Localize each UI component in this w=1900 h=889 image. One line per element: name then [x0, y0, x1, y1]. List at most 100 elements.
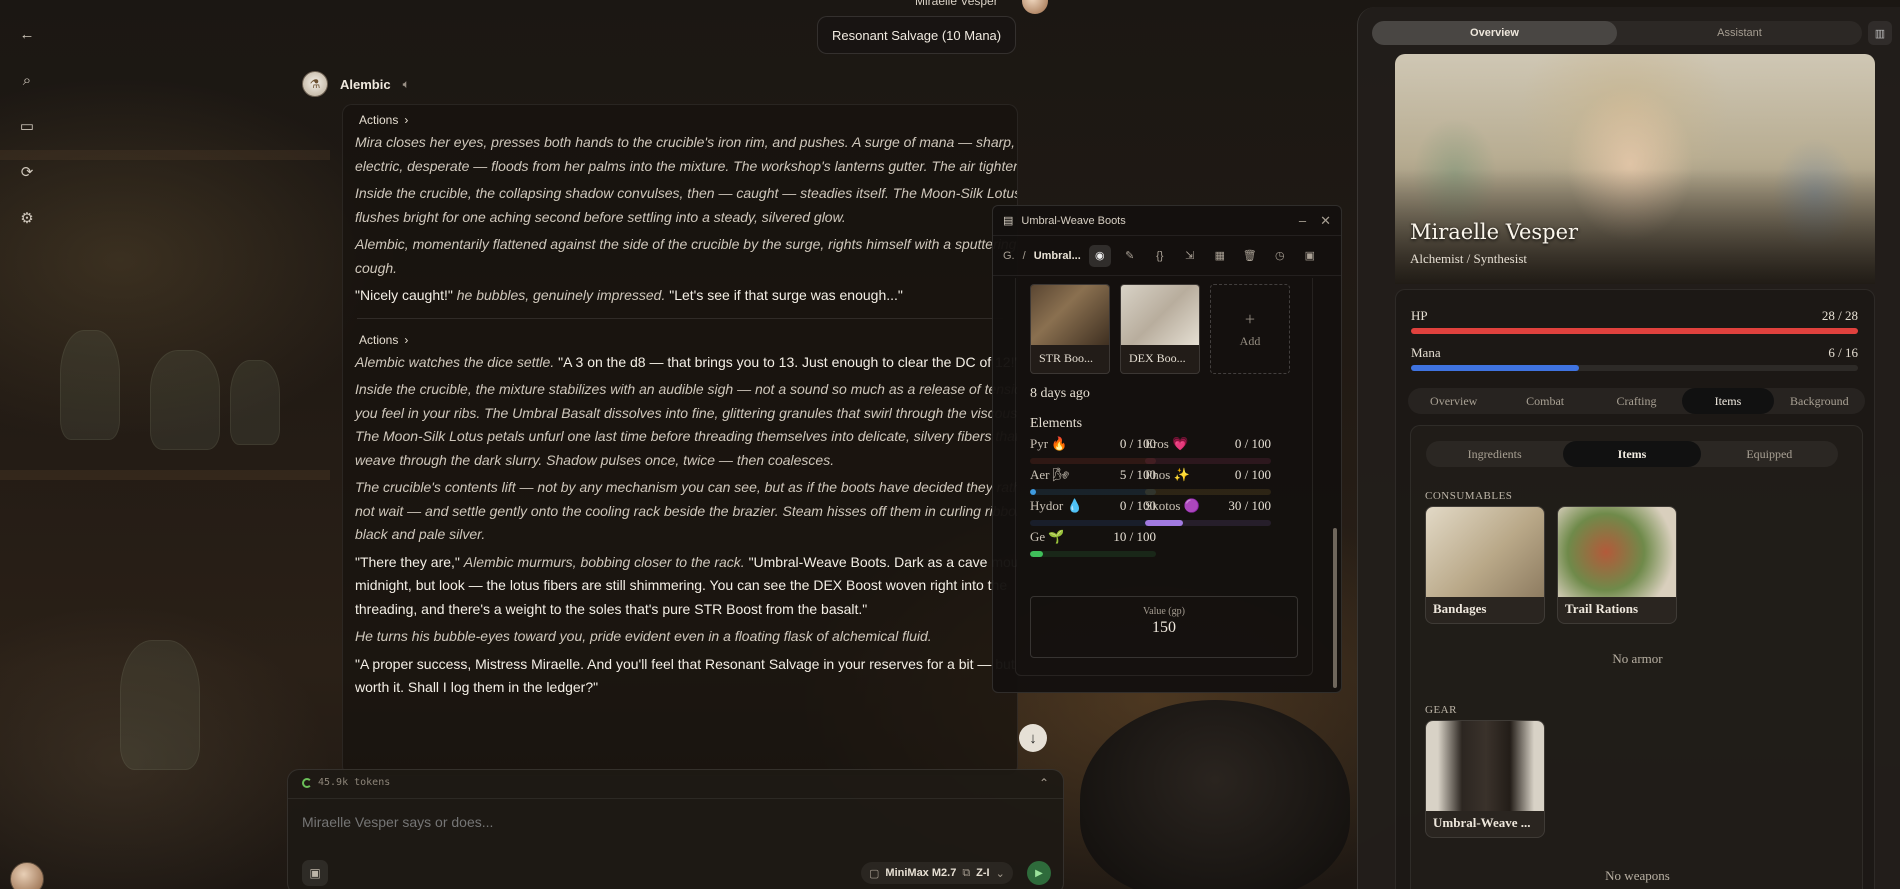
user-avatar[interactable] [10, 862, 44, 889]
move-folder-icon[interactable]: ⇲ [1179, 245, 1201, 267]
close-icon[interactable]: ✕ [1320, 213, 1331, 229]
inv-tab-equipped[interactable]: Equipped [1701, 441, 1838, 467]
component-card-dex[interactable]: DEX Boo... [1120, 284, 1200, 374]
item-image [1558, 507, 1676, 597]
scrollbar[interactable] [1333, 278, 1337, 688]
subtab-items[interactable]: Items [1682, 388, 1774, 414]
element-bar-fill [1145, 520, 1183, 526]
mana-value: 6 / 16 [1828, 345, 1858, 360]
delete-icon[interactable]: 🗑︎ [1239, 245, 1261, 267]
tab-assistant[interactable]: Assistant [1617, 21, 1862, 45]
breadcrumb-root[interactable]: G. [1003, 250, 1015, 262]
item-card-bandages[interactable]: Bandages [1425, 506, 1545, 624]
hp-label: HP [1411, 308, 1428, 323]
chevron-down-icon: ⌄ [995, 867, 1005, 880]
value-label: Value (gp) [1143, 606, 1185, 617]
scroll-to-bottom-button[interactable]: ↓ [1019, 724, 1047, 752]
save-icon[interactable]: ▣ [1299, 245, 1321, 267]
subtab-overview[interactable]: Overview [1408, 388, 1499, 414]
divider [357, 317, 1003, 319]
subtab-crafting[interactable]: Crafting [1591, 388, 1682, 414]
narration-paragraph: Inside the crucible, the mixture stabili… [355, 378, 1017, 472]
character-class: Alchemist / Synthesist [1410, 251, 1527, 266]
document-icon: ▤ [1003, 215, 1014, 227]
subtab-combat[interactable]: Combat [1499, 388, 1590, 414]
send-button[interactable]: ▶ [1027, 861, 1051, 885]
narration-paragraph: The crucible's contents lift — not by an… [355, 476, 1017, 547]
narration-paragraph: "A proper success, Mistress Miraelle. An… [355, 653, 1018, 700]
message-input[interactable] [302, 814, 1042, 830]
speaker-name: Alembic [340, 76, 391, 92]
component-image [1121, 285, 1199, 345]
dialogue-text: "There they are," [355, 553, 464, 570]
actions-toggle[interactable]: Actions › [359, 333, 408, 347]
layout-icon[interactable]: ▦ [1209, 245, 1231, 267]
shelf [0, 470, 330, 480]
token-counter: 45.9k tokens [302, 777, 390, 788]
element-row: Phos ✨ 0 / 100 [1145, 467, 1271, 483]
refresh-icon[interactable]: ⟳ [13, 158, 41, 186]
element-name: Hydor 💧 [1030, 498, 1083, 513]
chat-bubble-icon: ▢ [869, 867, 880, 880]
back-arrow-icon[interactable]: ← [13, 20, 41, 48]
add-component-button[interactable]: + Add [1210, 284, 1290, 374]
scrollbar-thumb[interactable] [1333, 528, 1337, 688]
element-bar [1145, 458, 1271, 464]
inventory: Ingredients Items Equipped CONSUMABLES B… [1410, 425, 1863, 889]
view-icon[interactable]: ◉ [1088, 244, 1111, 267]
character-panel: Overview Assistant ▥ Miraelle Vesper Alc… [1357, 7, 1900, 889]
narration-paragraph: Alembic watches the dice settle. "A 3 on… [355, 351, 1017, 375]
window-toolbar: G. / Umbral... ◉ ✎ {} ⇲ ▦ 🗑︎ ◷ ▣ [993, 236, 1341, 276]
narration-block: Alembic watches the dice settle. "A 3 on… [343, 351, 1017, 700]
panel-layout-icon[interactable]: ▥ [1868, 21, 1892, 45]
jar [120, 640, 200, 770]
narration-text: Alembic watches the dice settle. [355, 353, 559, 370]
attach-image-icon[interactable]: ▣ [302, 860, 328, 886]
hp-bar-fill [1411, 328, 1858, 334]
mana-bar-fill [1411, 365, 1579, 371]
element-stat: Pyr 🔥 0 / 100 [1030, 436, 1156, 464]
composer: 45.9k tokens ⌃ ▣ ▢ MiniMax M2.7 ⧉ Z-I ⌄ … [287, 769, 1064, 889]
no-weapons-text: No weapons [1605, 868, 1670, 883]
minimize-icon[interactable]: – [1299, 213, 1306, 229]
narration-text: Inside the crucible, the collapsing shad… [355, 185, 1018, 225]
inv-tab-items[interactable]: Items [1563, 441, 1701, 467]
mana-label: Mana [1411, 345, 1441, 360]
narration-text: He turns his bubble-eyes toward you, pri… [355, 628, 932, 644]
history-icon[interactable]: ◷ [1269, 245, 1291, 267]
tab-overview[interactable]: Overview [1372, 21, 1617, 45]
folder-icon[interactable]: ▭ [13, 112, 41, 140]
subtab-background[interactable]: Background [1774, 388, 1865, 414]
narration-text: Mira closes her eyes, presses both hands… [355, 134, 1018, 174]
mana-bar [1411, 365, 1858, 371]
jar [150, 350, 220, 450]
dialogue-text: "Nicely caught!" [355, 287, 457, 303]
element-stat: Phos ✨ 0 / 100 [1145, 467, 1271, 495]
speaker-sound-icon[interactable]: 🔈︎ [403, 77, 410, 92]
json-icon[interactable]: {} [1149, 245, 1171, 267]
model-selector[interactable]: ▢ MiniMax M2.7 ⧉ Z-I ⌄ [861, 862, 1013, 884]
edit-icon[interactable]: ✎ [1119, 245, 1141, 267]
consumables-heading: CONSUMABLES [1425, 490, 1513, 502]
element-stat: Eros 💗 0 / 100 [1145, 436, 1271, 464]
resonant-salvage-button[interactable]: Resonant Salvage (10 Mana) [817, 16, 1017, 54]
search-icon[interactable]: ⌕ [13, 66, 41, 94]
item-card-trail-rations[interactable]: Trail Rations [1557, 506, 1677, 624]
hp-bar [1411, 328, 1858, 334]
dialogue-text: "A proper success, Mistress Miraelle. An… [355, 655, 1018, 696]
element-stat: Hydor 💧 0 / 100 [1030, 498, 1156, 526]
layers-icon: ⧉ [962, 866, 971, 879]
chevron-up-icon[interactable]: ⌃ [1039, 776, 1049, 790]
element-row: Skotos 🟣 30 / 100 [1145, 498, 1271, 514]
inv-tab-ingredients[interactable]: Ingredients [1426, 441, 1563, 467]
element-bar [1145, 489, 1271, 495]
element-name: Aer 🌬 [1030, 467, 1070, 482]
component-card-str[interactable]: STR Boo... [1030, 284, 1110, 374]
add-label: Add [1239, 334, 1261, 348]
actions-toggle[interactable]: Actions › [359, 113, 408, 127]
narration-paragraph: Alembic, momentarily flattened against t… [355, 233, 1017, 280]
item-card-umbral-weave-boots[interactable]: Umbral-Weave ... [1425, 720, 1545, 838]
component-label: STR Boo... [1039, 351, 1094, 365]
settings-icon[interactable]: ⚙ [13, 204, 41, 232]
element-name: Eros 💗 [1145, 436, 1189, 451]
